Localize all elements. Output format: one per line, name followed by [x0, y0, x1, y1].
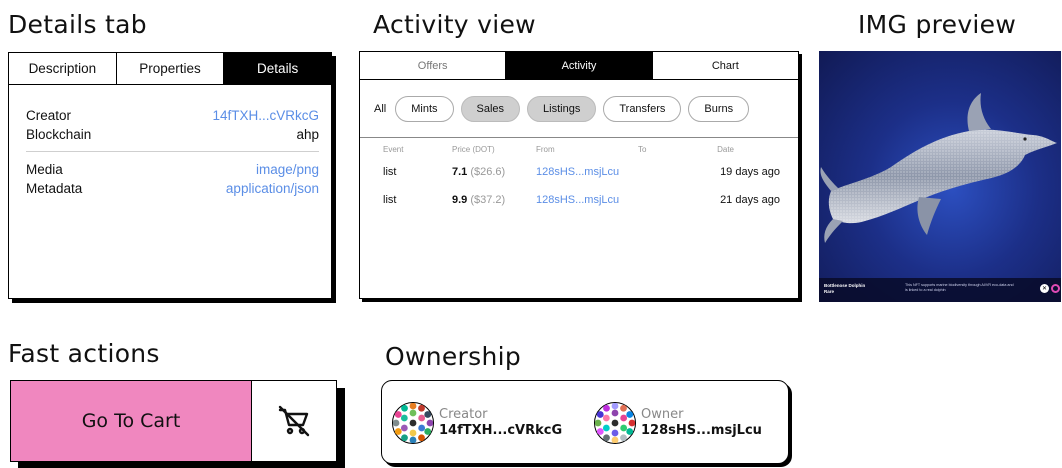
go-to-cart-button[interactable]: Go To Cart	[11, 381, 252, 461]
filter-burns[interactable]: Burns	[688, 95, 750, 122]
details-tab-title: Details tab	[8, 10, 147, 39]
details-body: Creator 14fTXH...cVRkcG Blockchain ahp M…	[9, 85, 331, 198]
tab-offers[interactable]: Offers	[360, 52, 507, 79]
owner-label: Owner	[641, 407, 684, 422]
row-event: list	[383, 166, 397, 178]
row-date: 19 days ago	[720, 166, 780, 178]
fast-actions: Go To Cart	[10, 380, 337, 462]
tab-chart[interactable]: Chart	[653, 52, 798, 79]
img-preview-title: IMG preview	[858, 10, 1017, 39]
detail-key: Blockchain	[26, 127, 92, 142]
col-date: Date	[717, 145, 734, 154]
nft-image-preview[interactable]: Bottlenose Dolphin Rare This NFT support…	[819, 51, 1061, 302]
price-usd: ($37.2)	[470, 194, 506, 206]
ring-icon	[1051, 284, 1060, 293]
detail-row-media: Media image/png	[26, 160, 319, 179]
dolphin-illustration	[820, 93, 1057, 243]
dorsal-fin	[967, 93, 991, 131]
price-dot: 9.9	[452, 194, 468, 206]
creator-block[interactable]: Creator 14fTXH...cVRkcG	[392, 402, 562, 444]
remove-from-cart-button[interactable]	[252, 381, 336, 461]
image-caption: Bottlenose Dolphin Rare This NFT support…	[819, 278, 1061, 302]
row-from-link[interactable]: 128sHS...msjLcu	[536, 194, 619, 206]
filter-all[interactable]: All	[374, 103, 386, 115]
caption-rarity: Rare	[824, 289, 835, 294]
table-row: list 9.9 ($37.2) 128sHS...msjLcu 21 days…	[360, 187, 798, 215]
pectoral-fin	[917, 197, 941, 235]
detail-row-blockchain: Blockchain ahp	[26, 125, 319, 144]
price-usd: ($26.6)	[470, 166, 506, 178]
owner-text: Owner 128sHS...msjLcu	[641, 407, 762, 439]
creator-link[interactable]: 14fTXH...cVRkcG	[212, 106, 319, 125]
col-event: Event	[383, 145, 404, 154]
tab-activity[interactable]: Activity	[506, 52, 653, 79]
detail-row-metadata: Metadata application/json	[26, 179, 319, 198]
filter-transfers[interactable]: Transfers	[603, 95, 682, 122]
metadata-link[interactable]: application/json	[226, 179, 319, 198]
col-price: Price (DOT)	[452, 145, 495, 154]
activity-view-title: Activity view	[373, 10, 536, 39]
detail-key: Creator	[26, 108, 72, 123]
col-from: From	[536, 145, 555, 154]
fast-actions-title: Fast actions	[8, 339, 160, 368]
price-dot: 7.1	[452, 166, 468, 178]
filter-listings[interactable]: Listings	[527, 95, 597, 122]
blockchain-value: ahp	[296, 127, 319, 142]
media-link[interactable]: image/png	[256, 160, 319, 179]
owner-block[interactable]: Owner 128sHS...msjLcu	[594, 402, 762, 444]
creator-label: Creator	[439, 407, 488, 422]
row-event: list	[383, 194, 397, 206]
ownership-title: Ownership	[385, 342, 522, 371]
row-from-link[interactable]: 128sHS...msjLcu	[536, 166, 619, 178]
detail-row-creator: Creator 14fTXH...cVRkcG	[26, 106, 319, 125]
tab-description[interactable]: Description	[9, 53, 117, 84]
col-to: To	[638, 145, 647, 154]
cart-remove-icon	[278, 405, 310, 437]
event-filters: All Mints Sales Listings Transfers Burns	[360, 80, 798, 138]
row-date: 21 days ago	[720, 194, 780, 206]
close-icon[interactable]: ✕	[1040, 284, 1049, 293]
activity-table-header: Event Price (DOT) From To Date	[360, 145, 798, 159]
ownership-card: Creator 14fTXH...cVRkcG Owner 128sHS...m…	[381, 380, 789, 464]
detail-key: Media	[26, 162, 63, 177]
details-tabs: Description Properties Details	[9, 53, 332, 85]
creator-text: Creator 14fTXH...cVRkcG	[439, 407, 562, 439]
activity-tabs: Offers Activity Chart	[360, 52, 798, 80]
caption-description: This NFT supports marine biodiversity th…	[905, 283, 1014, 292]
owner-avatar	[594, 402, 636, 444]
filter-sales[interactable]: Sales	[460, 95, 521, 122]
activity-card: Offers Activity Chart All Mints Sales Li…	[359, 51, 799, 299]
filter-mints[interactable]: Mints	[395, 95, 454, 122]
table-row: list 7.1 ($26.6) 128sHS...msjLcu 19 days…	[360, 159, 798, 187]
divider	[26, 151, 319, 152]
row-price: 7.1 ($26.6)	[452, 166, 505, 178]
caption-name: Bottlenose Dolphin Rare	[824, 283, 865, 295]
detail-key: Metadata	[26, 181, 83, 196]
tab-details[interactable]: Details	[224, 53, 332, 84]
creator-address[interactable]: 14fTXH...cVRkcG	[439, 422, 562, 439]
tab-properties[interactable]: Properties	[117, 53, 225, 84]
owner-address[interactable]: 128sHS...msjLcu	[641, 422, 762, 439]
details-card: Description Properties Details Creator 1…	[8, 52, 332, 299]
creator-avatar	[392, 402, 434, 444]
row-price: 9.9 ($37.2)	[452, 194, 505, 206]
